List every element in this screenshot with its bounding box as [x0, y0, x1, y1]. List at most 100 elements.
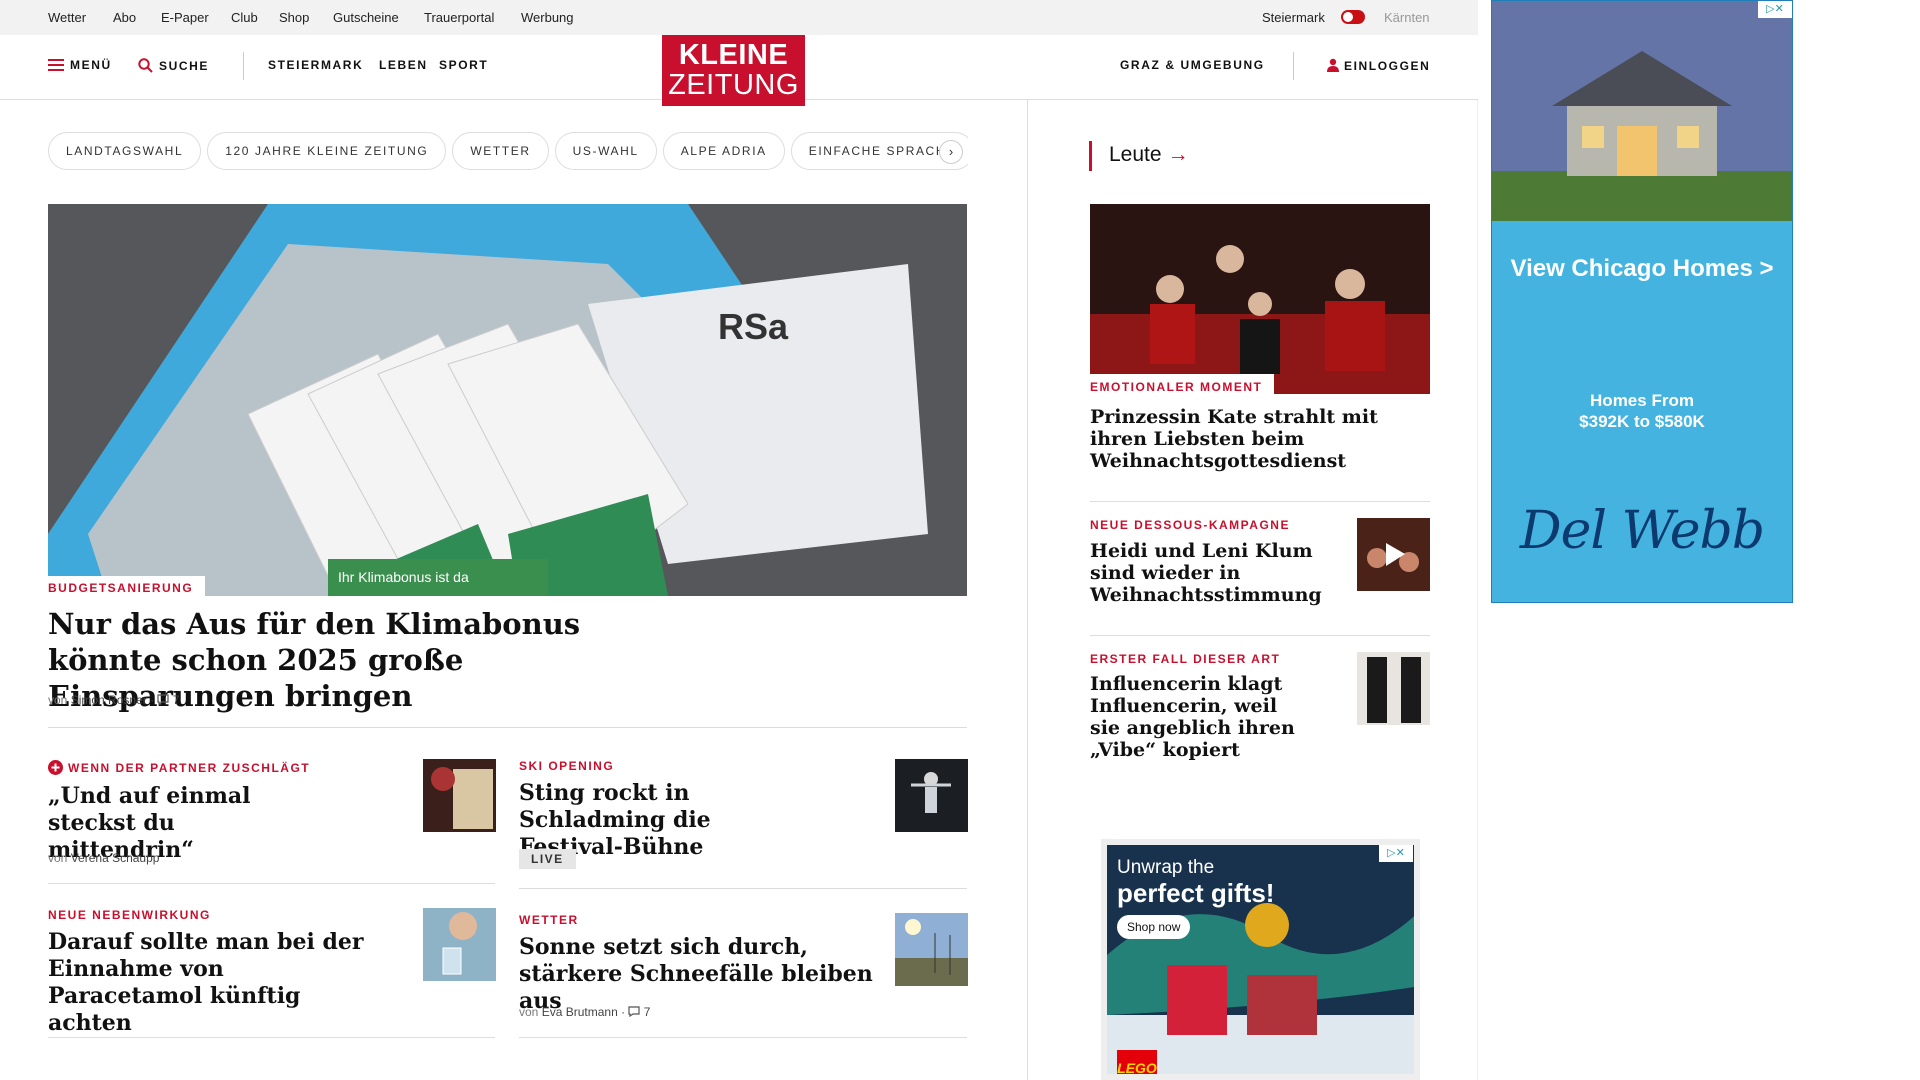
- lego-logo: LEGO: [1117, 1050, 1157, 1074]
- sidebar-kicker: EMOTIONALER MOMENT: [1090, 374, 1275, 398]
- nav-item-sport[interactable]: SPORT: [439, 58, 488, 72]
- play-icon: [1386, 543, 1405, 566]
- logo-line1: KLEINE: [678, 39, 789, 71]
- hero-image-klimabonus[interactable]: RSa Ihr Klimabonus ist da: [48, 204, 967, 596]
- region-steiermark-label[interactable]: Steiermark: [1262, 10, 1325, 25]
- divider: [48, 1037, 495, 1038]
- ad-shop-now-button[interactable]: Shop now: [1117, 915, 1191, 939]
- login-button[interactable]: EINLOGGEN: [1327, 58, 1430, 73]
- video-thumbnail-klum[interactable]: [1357, 518, 1430, 591]
- chip-wetter[interactable]: WETTER: [452, 132, 549, 170]
- ad-choices-icon[interactable]: ▷✕: [1379, 845, 1413, 862]
- card-headline[interactable]: Sonne setzt sich durch, stärkere Schneef…: [519, 934, 879, 1015]
- menu-button[interactable]: MENÜ: [48, 58, 112, 72]
- thumbnail-illustration: [895, 759, 968, 832]
- hamburger-icon: [48, 59, 64, 71]
- byline-prefix: von: [48, 851, 68, 865]
- ad-brand: Del Webb: [1519, 501, 1765, 561]
- church-service-illustration: [1090, 204, 1430, 394]
- card-byline: von Eva Brutmann · 7: [519, 1005, 651, 1019]
- comment-count[interactable]: 7: [173, 693, 180, 707]
- hero-byline: von Simon Rosner · 7: [48, 693, 180, 707]
- region-kaernten-label[interactable]: Kärnten: [1384, 10, 1430, 25]
- card-kicker: NEUE NEBENWIRKUNG: [48, 908, 211, 922]
- byline-prefix: von: [519, 1005, 539, 1019]
- utility-link-trauerportal[interactable]: Trauerportal: [424, 10, 494, 25]
- sidebar-headline[interactable]: Heidi und Leni Klum sind wieder in Weihn…: [1090, 540, 1330, 606]
- card-thumbnail-couple[interactable]: [423, 759, 496, 832]
- search-label: SUCHE: [159, 59, 210, 73]
- section-title: Leute: [1109, 143, 1162, 166]
- utility-link-shop[interactable]: Shop: [279, 10, 309, 25]
- chip-landtagswahl[interactable]: LANDTAGSWAHL: [48, 132, 202, 170]
- chevron-right-icon: ›: [948, 144, 954, 159]
- utility-link-werbung[interactable]: Werbung: [521, 10, 574, 25]
- svg-text:Ihr Klimabonus ist da: Ihr Klimabonus ist da: [338, 569, 469, 585]
- utility-link-epaper[interactable]: E-Paper: [161, 10, 209, 25]
- chip-us-wahl[interactable]: US-WAHL: [554, 132, 657, 170]
- logo-line2: ZEITUNG: [668, 69, 799, 101]
- chips-next-button[interactable]: ›: [939, 140, 963, 164]
- svg-text:RSa: RSa: [718, 306, 789, 347]
- comment-icon: [157, 694, 170, 706]
- divider: [1090, 635, 1430, 636]
- sidebar-headline[interactable]: Influencerin klagt Influencerin, weil si…: [1090, 673, 1310, 761]
- nav-divider: [243, 52, 244, 80]
- klimabonus-envelopes-illustration: RSa Ihr Klimabonus ist da: [48, 204, 967, 596]
- divider: [519, 1037, 967, 1038]
- section-accent-bar: [1089, 141, 1092, 171]
- utility-link-gutscheine[interactable]: Gutscheine: [333, 10, 399, 25]
- search-button[interactable]: SUCHE: [138, 58, 209, 73]
- column-divider: [1027, 100, 1028, 1080]
- utility-link-abo[interactable]: Abo: [113, 10, 136, 25]
- section-link-leute[interactable]: Leute →: [1109, 143, 1189, 167]
- ad-choices-icon[interactable]: ▷✕: [1758, 1, 1792, 18]
- toggle-knob: [1343, 12, 1353, 22]
- ad-del-webb[interactable]: View Chicago Homes > Homes From $392K to …: [1491, 0, 1793, 603]
- thumbnail-illustration: [423, 908, 496, 981]
- menu-label: MENÜ: [70, 58, 112, 72]
- ad-cta: View Chicago Homes >: [1510, 255, 1774, 282]
- user-icon: [1327, 58, 1339, 72]
- chip-alpe-adria[interactable]: ALPE ADRIA: [662, 132, 785, 170]
- byline-prefix: von: [48, 693, 68, 707]
- sidebar-kicker: NEUE DESSOUS-KAMPAGNE: [1090, 518, 1290, 532]
- divider: [48, 727, 967, 728]
- kleine-zeitung-logo[interactable]: KLEINE ZEITUNG: [662, 35, 805, 106]
- chip-120-jahre[interactable]: 120 JAHRE KLEINE ZEITUNG: [207, 132, 447, 170]
- author-link[interactable]: Verena Schaupp: [71, 851, 160, 865]
- live-badge: LIVE: [519, 849, 576, 869]
- card-thumbnail-sting[interactable]: [895, 759, 968, 832]
- ad-price: Homes From $392K to $580K: [1492, 390, 1792, 432]
- nav-item-steiermark[interactable]: STEIERMARK: [268, 58, 363, 72]
- utility-link-club[interactable]: Club: [231, 10, 258, 25]
- card-kicker: WETTER: [519, 913, 579, 927]
- page: Wetter Abo E-Paper Club Shop Gutscheine …: [0, 0, 1920, 1080]
- plus-circle-icon: [48, 760, 63, 775]
- ad-price-line1: Homes From: [1590, 391, 1694, 410]
- card-byline: von Verena Schaupp: [48, 851, 159, 865]
- ad-house-image: [1492, 1, 1792, 221]
- card-thumbnail-paracetamol[interactable]: [423, 908, 496, 981]
- comment-count[interactable]: 7: [644, 1005, 651, 1019]
- region-toggle[interactable]: [1341, 10, 1365, 24]
- card-headline[interactable]: Darauf sollte man bei der Einnahme von P…: [48, 929, 368, 1037]
- author-link[interactable]: Simon Rosner: [71, 693, 147, 707]
- sidebar-image-kate[interactable]: [1090, 204, 1430, 394]
- nav-item-leben[interactable]: LEBEN: [379, 58, 428, 72]
- divider: [48, 883, 495, 884]
- card-thumbnail-weather[interactable]: [895, 913, 968, 986]
- card-thumbnail-influencer[interactable]: [1357, 652, 1430, 725]
- sidebar-headline[interactable]: Prinzessin Kate strahlt mit ihren Liebst…: [1090, 406, 1410, 472]
- utility-link-wetter[interactable]: Wetter: [48, 10, 86, 25]
- ad-lego[interactable]: Unwrap the perfect gifts! Shop now LEGO …: [1101, 839, 1420, 1080]
- arrow-right-icon: →: [1167, 143, 1189, 166]
- login-label: EINLOGGEN: [1344, 59, 1431, 73]
- thumbnail-illustration: [895, 913, 968, 986]
- sidebar-kicker: ERSTER FALL DIESER ART: [1090, 652, 1281, 666]
- thumbnail-illustration: [1357, 652, 1430, 725]
- comment-icon: [628, 1006, 641, 1018]
- author-link[interactable]: Eva Brutmann: [542, 1005, 618, 1019]
- search-icon: [138, 58, 153, 73]
- region-nav-graz[interactable]: GRAZ & UMGEBUNG: [1120, 58, 1265, 72]
